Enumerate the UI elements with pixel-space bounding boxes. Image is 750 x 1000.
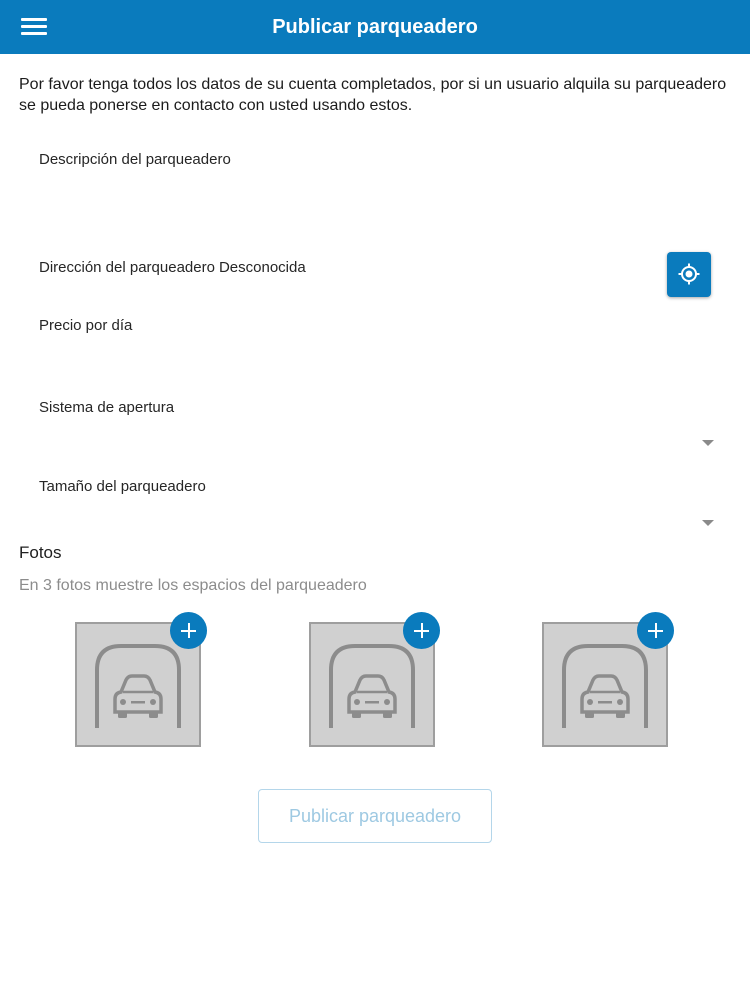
opening-system-label: Sistema de apertura bbox=[39, 399, 175, 416]
page-title: Publicar parqueadero bbox=[272, 16, 478, 38]
photos-title: Fotos bbox=[19, 543, 62, 562]
add-photo-1-plus-icon[interactable] bbox=[170, 612, 207, 649]
opening-system-select[interactable]: Sistema de apertura bbox=[39, 399, 174, 416]
add-photo-2-plus-icon[interactable] bbox=[403, 612, 440, 649]
app-bar: Publicar parqueadero bbox=[0, 0, 750, 54]
description-label: Descripción del parqueadero bbox=[39, 151, 231, 168]
car-garage-icon bbox=[329, 644, 415, 728]
opening-system-dropdown-icon[interactable] bbox=[702, 440, 714, 446]
price-label: Precio por día bbox=[39, 317, 133, 334]
size-label: Tamaño del parqueadero bbox=[39, 478, 206, 495]
car-garage-icon bbox=[95, 644, 181, 728]
address-field: Dirección del parqueadero Desconocida bbox=[39, 259, 306, 276]
description-field[interactable]: Descripción del parqueadero bbox=[39, 151, 231, 168]
price-field[interactable]: Precio por día bbox=[39, 317, 132, 334]
locate-button[interactable] bbox=[667, 252, 711, 297]
gps-target-icon bbox=[678, 263, 700, 285]
intro-text: Por favor tenga todos los datos de su cu… bbox=[19, 76, 727, 114]
car-garage-icon bbox=[562, 644, 648, 728]
add-photo-3-plus-icon[interactable] bbox=[637, 612, 674, 649]
address-value: Desconocida bbox=[218, 259, 306, 276]
photos-hint: En 3 fotos muestre los espacios del parq… bbox=[19, 577, 367, 594]
size-dropdown-icon[interactable] bbox=[702, 520, 714, 526]
address-label: Dirección del parqueadero bbox=[39, 259, 215, 276]
size-select[interactable]: Tamaño del parqueadero bbox=[39, 478, 206, 495]
publish-button[interactable]: Publicar parqueadero bbox=[258, 789, 492, 843]
